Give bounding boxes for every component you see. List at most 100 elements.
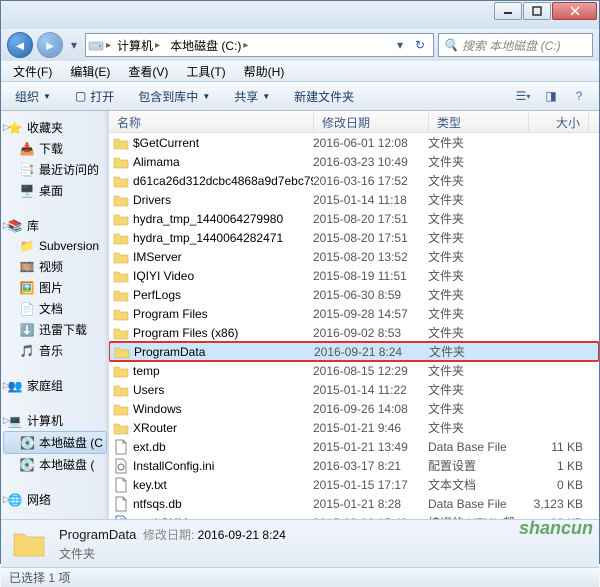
help-icon[interactable]: ? bbox=[567, 85, 591, 107]
file-name: ProgramData bbox=[134, 345, 205, 359]
menu-view[interactable]: 查看(V) bbox=[120, 61, 176, 82]
include-library-button[interactable]: 包含到库中 ▼ bbox=[132, 85, 216, 108]
file-list[interactable]: 名称 修改日期 类型 大小 $GetCurrent2016-06-01 12:0… bbox=[109, 111, 599, 519]
open-button[interactable]: ▢打开 bbox=[69, 85, 120, 108]
menu-tools[interactable]: 工具(T) bbox=[178, 61, 233, 82]
sidebar-pictures[interactable]: 🖼️图片 bbox=[1, 277, 109, 298]
file-row[interactable]: XRouter2015-01-21 9:46文件夹 bbox=[109, 418, 599, 437]
file-row[interactable]: ext.db2015-01-21 13:49Data Base File11 K… bbox=[109, 437, 599, 456]
view-mode-button[interactable]: ☰ ▾ bbox=[511, 85, 535, 107]
file-type: 文件夹 bbox=[428, 286, 528, 303]
file-row[interactable]: d61ca26d312dcbc4868a9d7ebc79ef2016-03-16… bbox=[109, 171, 599, 190]
share-button[interactable]: 共享 ▼ bbox=[228, 85, 276, 108]
sidebar-music[interactable]: 🎵音乐 bbox=[1, 340, 109, 361]
search-input[interactable]: 🔍 搜索 本地磁盘 (C:) bbox=[438, 33, 593, 57]
preview-pane-button[interactable]: ◨ bbox=[539, 85, 563, 107]
column-size[interactable]: 大小 bbox=[529, 111, 589, 132]
close-button[interactable] bbox=[552, 2, 597, 20]
network-header[interactable]: ▷🌐网络 bbox=[1, 489, 109, 510]
folder-icon bbox=[113, 287, 129, 303]
address-bar[interactable]: ▸ 计算机 ▸ 本地磁盘 (C:) ▸ ▾ ↻ bbox=[85, 33, 434, 57]
file-size: 11 KB bbox=[528, 440, 583, 454]
music-icon: 🎵 bbox=[19, 343, 35, 359]
forward-button[interactable]: ► bbox=[37, 32, 63, 58]
ini-icon bbox=[113, 458, 129, 474]
file-type: 文件夹 bbox=[428, 191, 528, 208]
file-row[interactable]: PerfLogs2015-06-30 8:59文件夹 bbox=[109, 285, 599, 304]
file-date: 2015-01-14 11:22 bbox=[313, 383, 428, 397]
file-row[interactable]: InstallConfig.ini2016-03-17 8:21配置设置1 KB bbox=[109, 456, 599, 475]
file-row[interactable]: Drivers2015-01-14 11:18文件夹 bbox=[109, 190, 599, 209]
libraries-header[interactable]: ▷📚库 bbox=[1, 215, 109, 236]
column-date[interactable]: 修改日期 bbox=[314, 111, 429, 132]
file-name: key.txt bbox=[133, 478, 167, 492]
file-date: 2015-09-28 14:57 bbox=[313, 307, 428, 321]
file-row[interactable]: $GetCurrent2016-06-01 12:08文件夹 bbox=[109, 133, 599, 152]
file-row[interactable]: ?read.CHM2015-02-08 15:49编译的 HTML 帮...98… bbox=[109, 513, 599, 519]
file-row[interactable]: hydra_tmp_14400642799802015-08-20 17:51文… bbox=[109, 209, 599, 228]
file-row[interactable]: Windows2016-09-26 14:08文件夹 bbox=[109, 399, 599, 418]
folder-icon bbox=[113, 306, 129, 322]
file-name: PerfLogs bbox=[133, 288, 181, 302]
file-date: 2015-08-20 17:51 bbox=[313, 231, 428, 245]
file-row[interactable]: ProgramData2016-09-21 8:24文件夹 bbox=[109, 342, 599, 361]
file-row[interactable]: temp2016-08-15 12:29文件夹 bbox=[109, 361, 599, 380]
file-date: 2016-06-01 12:08 bbox=[313, 136, 428, 150]
file-row[interactable]: Program Files (x86)2016-09-02 8:53文件夹 bbox=[109, 323, 599, 342]
file-type: 编译的 HTML 帮... bbox=[428, 514, 528, 519]
file-date: 2016-09-26 14:08 bbox=[313, 402, 428, 416]
favorites-header[interactable]: ▷⭐收藏夹 bbox=[1, 117, 109, 138]
sidebar-drive-c[interactable]: 💽本地磁盘 (C bbox=[3, 431, 107, 454]
file-date: 2016-03-23 10:49 bbox=[313, 155, 428, 169]
sidebar-videos[interactable]: 🎞️视频 bbox=[1, 256, 109, 277]
drive-icon bbox=[88, 37, 104, 53]
file-date: 2015-01-21 9:46 bbox=[313, 421, 428, 435]
sidebar-subversion[interactable]: 📁Subversion bbox=[1, 236, 109, 256]
file-row[interactable]: hydra_tmp_14400642824712015-08-20 17:51文… bbox=[109, 228, 599, 247]
navigation-pane[interactable]: ▷⭐收藏夹 📥下载 📑最近访问的 🖥️桌面 ▷📚库 📁Subversion 🎞️… bbox=[1, 111, 109, 519]
sidebar-downloads[interactable]: 📥下载 bbox=[1, 138, 109, 159]
menu-edit[interactable]: 编辑(E) bbox=[62, 61, 118, 82]
column-type[interactable]: 类型 bbox=[429, 111, 529, 132]
breadcrumb-drive-c[interactable]: 本地磁盘 (C:) ▸ bbox=[166, 34, 252, 56]
file-type: 文件夹 bbox=[429, 343, 529, 360]
sidebar-xunlei[interactable]: ⬇️迅雷下载 bbox=[1, 319, 109, 340]
minimize-button[interactable] bbox=[494, 2, 522, 20]
sidebar-documents[interactable]: 📄文档 bbox=[1, 298, 109, 319]
file-type: 文件夹 bbox=[428, 210, 528, 227]
breadcrumb-computer[interactable]: 计算机 ▸ bbox=[113, 34, 164, 56]
search-icon: 🔍 bbox=[443, 38, 458, 52]
file-icon bbox=[113, 439, 129, 455]
file-name: IQIYI Video bbox=[133, 269, 194, 283]
history-dropdown[interactable]: ▾ bbox=[67, 35, 81, 55]
new-folder-button[interactable]: 新建文件夹 bbox=[288, 85, 360, 108]
homegroup-header[interactable]: ▷👥家庭组 bbox=[1, 375, 109, 396]
address-dropdown[interactable]: ▾ bbox=[393, 35, 407, 55]
maximize-button[interactable] bbox=[523, 2, 551, 20]
file-name: Users bbox=[133, 383, 164, 397]
sidebar-desktop[interactable]: 🖥️桌面 bbox=[1, 180, 109, 201]
file-name: hydra_tmp_1440064282471 bbox=[133, 231, 283, 245]
file-row[interactable]: IQIYI Video2015-08-19 11:51文件夹 bbox=[109, 266, 599, 285]
folder-icon bbox=[113, 382, 129, 398]
file-row[interactable]: ntfsqs.db2015-01-21 8:28Data Base File3,… bbox=[109, 494, 599, 513]
file-date: 2016-09-02 8:53 bbox=[313, 326, 428, 340]
file-name: IMServer bbox=[133, 250, 182, 264]
file-row[interactable]: Program Files2015-09-28 14:57文件夹 bbox=[109, 304, 599, 323]
file-date: 2016-03-16 17:52 bbox=[313, 174, 428, 188]
back-button[interactable]: ◄ bbox=[7, 32, 33, 58]
organize-button[interactable]: 组织 ▼ bbox=[9, 85, 57, 108]
computer-header[interactable]: ▷💻计算机 bbox=[1, 410, 109, 431]
menu-help[interactable]: 帮助(H) bbox=[236, 61, 293, 82]
menu-file[interactable]: 文件(F) bbox=[5, 61, 60, 82]
refresh-icon[interactable]: ↻ bbox=[409, 34, 431, 56]
chevron-icon[interactable]: ▸ bbox=[106, 40, 111, 51]
sidebar-recent[interactable]: 📑最近访问的 bbox=[1, 159, 109, 180]
column-name[interactable]: 名称 bbox=[109, 111, 314, 132]
status-bar: 已选择 1 项 bbox=[1, 567, 599, 587]
sidebar-drive-d[interactable]: 💽本地磁盘 ( bbox=[1, 454, 109, 475]
file-row[interactable]: Alimama2016-03-23 10:49文件夹 bbox=[109, 152, 599, 171]
file-row[interactable]: IMServer2015-08-20 13:52文件夹 bbox=[109, 247, 599, 266]
file-row[interactable]: Users2015-01-14 11:22文件夹 bbox=[109, 380, 599, 399]
file-row[interactable]: key.txt2015-01-15 17:17文本文档0 KB bbox=[109, 475, 599, 494]
